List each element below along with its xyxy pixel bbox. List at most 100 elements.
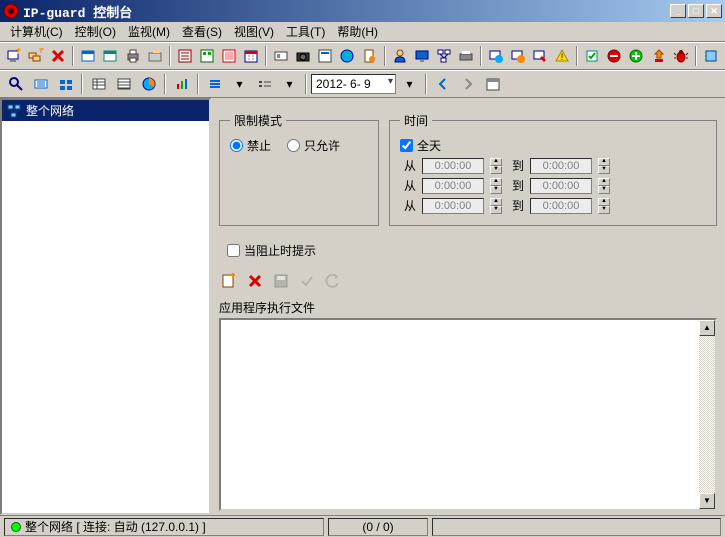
apply-icon[interactable] [297,271,317,291]
spinner-4[interactable]: ▲▼ [598,178,610,194]
minimize-button[interactable]: _ [670,4,686,18]
app-list[interactable]: ▲ ▼ [219,318,717,511]
tb-icon-30[interactable] [701,45,721,67]
scroll-down-button[interactable]: ▼ [699,493,715,509]
tb-icon-23[interactable] [530,45,550,67]
scroll-up-button[interactable]: ▲ [699,320,715,336]
scroll-track[interactable] [699,336,715,493]
spinner-2[interactable]: ▲▼ [598,158,610,174]
calendar2-icon[interactable] [481,73,504,95]
tb-icon-28[interactable] [649,45,669,67]
warning-icon[interactable]: ! [552,45,572,67]
separator [480,46,482,66]
tb-icon-4[interactable] [78,45,98,67]
calendar-icon[interactable] [241,45,261,67]
check-prompt-input[interactable] [227,244,240,257]
radio-forbid-input[interactable] [230,139,243,152]
titlebar: IP-guard 控制台 _ □ ✕ [0,0,725,22]
tb2-icon-3[interactable] [54,73,77,95]
menu-computer[interactable]: 计算机(C) [4,21,69,42]
nav-back-icon[interactable] [431,73,454,95]
menu-tool[interactable]: 工具(T) [280,21,331,42]
remove-icon[interactable] [245,271,265,291]
delete-icon[interactable] [48,45,68,67]
add-icon[interactable] [219,271,239,291]
main-area: 整个网络 限制模式 禁止 只允许 时间 [0,98,725,515]
tb2-icon-11[interactable]: ▾ [278,73,301,95]
tb-icon-14[interactable] [315,45,335,67]
user-icon[interactable] [390,45,410,67]
menu-control[interactable]: 控制(O) [69,21,122,42]
separator [576,46,578,66]
radio-forbid-label: 禁止 [247,137,271,154]
tb2-icon-9[interactable]: ▾ [228,73,251,95]
save-icon[interactable] [271,271,291,291]
tb-icon-27[interactable] [626,45,646,67]
toolbar-main: ! [0,42,725,70]
separator [695,46,697,66]
tb2-dropdown[interactable]: ▾ [398,73,421,95]
spinner-3[interactable]: ▲▼ [490,178,502,194]
check-prompt[interactable]: 当阻止时提示 [227,242,717,259]
tb2-icon-8[interactable] [203,73,226,95]
spinner-5[interactable]: ▲▼ [490,198,502,214]
app-icon [3,3,19,19]
tb-icon-12[interactable] [271,45,291,67]
spinner-6[interactable]: ▲▼ [598,198,610,214]
tb-icon-22[interactable] [508,45,528,67]
from-field-1[interactable]: 0:00:00 [422,158,484,174]
tb-icon-20[interactable] [456,45,476,67]
action-row [219,271,717,291]
undo-icon[interactable] [323,271,343,291]
tb2-icon-10[interactable] [253,73,276,95]
network-icon[interactable] [434,45,454,67]
view-list-icon[interactable] [87,73,110,95]
camera-icon[interactable] [293,45,313,67]
spinner-1[interactable]: ▲▼ [490,158,502,174]
menu-monitor[interactable]: 监视(M) [122,21,176,42]
bug-icon[interactable] [671,45,691,67]
tb-icon-21[interactable] [486,45,506,67]
print-icon[interactable] [122,45,142,67]
tb2-icon-2[interactable] [29,73,52,95]
radio-allow[interactable]: 只允许 [287,137,340,154]
date-picker[interactable]: 2012- 6- 9 [311,74,396,94]
radio-allow-input[interactable] [287,139,300,152]
from-field-2[interactable]: 0:00:00 [422,178,484,194]
tb-icon-9[interactable] [197,45,217,67]
radio-forbid[interactable]: 禁止 [230,137,271,154]
window-title: IP-guard 控制台 [23,2,670,21]
pie-chart-icon[interactable] [137,73,160,95]
close-button[interactable]: ✕ [706,4,722,18]
tb-icon-7[interactable] [145,45,165,67]
to-field-1[interactable]: 0:00:00 [530,158,592,174]
tb-icon-10[interactable] [219,45,239,67]
new-computer-icon[interactable] [4,45,24,67]
zoom-icon[interactable] [4,73,27,95]
tb-icon-5[interactable] [100,45,120,67]
view-detail-icon[interactable] [112,73,135,95]
new-group-icon[interactable] [26,45,46,67]
to-field-3[interactable]: 0:00:00 [530,198,592,214]
tree-panel[interactable]: 整个网络 [0,98,211,515]
from-label-1: 从 [400,157,416,174]
scrollbar-vertical[interactable]: ▲ ▼ [699,320,715,509]
from-field-3[interactable]: 0:00:00 [422,198,484,214]
menu-help[interactable]: 帮助(H) [331,21,384,42]
to-field-2[interactable]: 0:00:00 [530,178,592,194]
check-allday[interactable]: 全天 [400,137,706,154]
from-label-3: 从 [400,197,416,214]
tb-icon-16[interactable] [359,45,379,67]
menu-view[interactable]: 视图(V) [228,21,280,42]
check-allday-input[interactable] [400,139,413,152]
tree-root-item[interactable]: 整个网络 [2,100,209,121]
tb-icon-25[interactable] [582,45,602,67]
tb-icon-8[interactable] [175,45,195,67]
globe-icon[interactable] [337,45,357,67]
tb-icon-26[interactable] [604,45,624,67]
monitor-icon[interactable] [412,45,432,67]
nav-forward-icon[interactable] [456,73,479,95]
menu-viewlog[interactable]: 查看(S) [176,21,228,42]
bar-chart-icon[interactable] [170,73,193,95]
maximize-button[interactable]: □ [688,4,704,18]
